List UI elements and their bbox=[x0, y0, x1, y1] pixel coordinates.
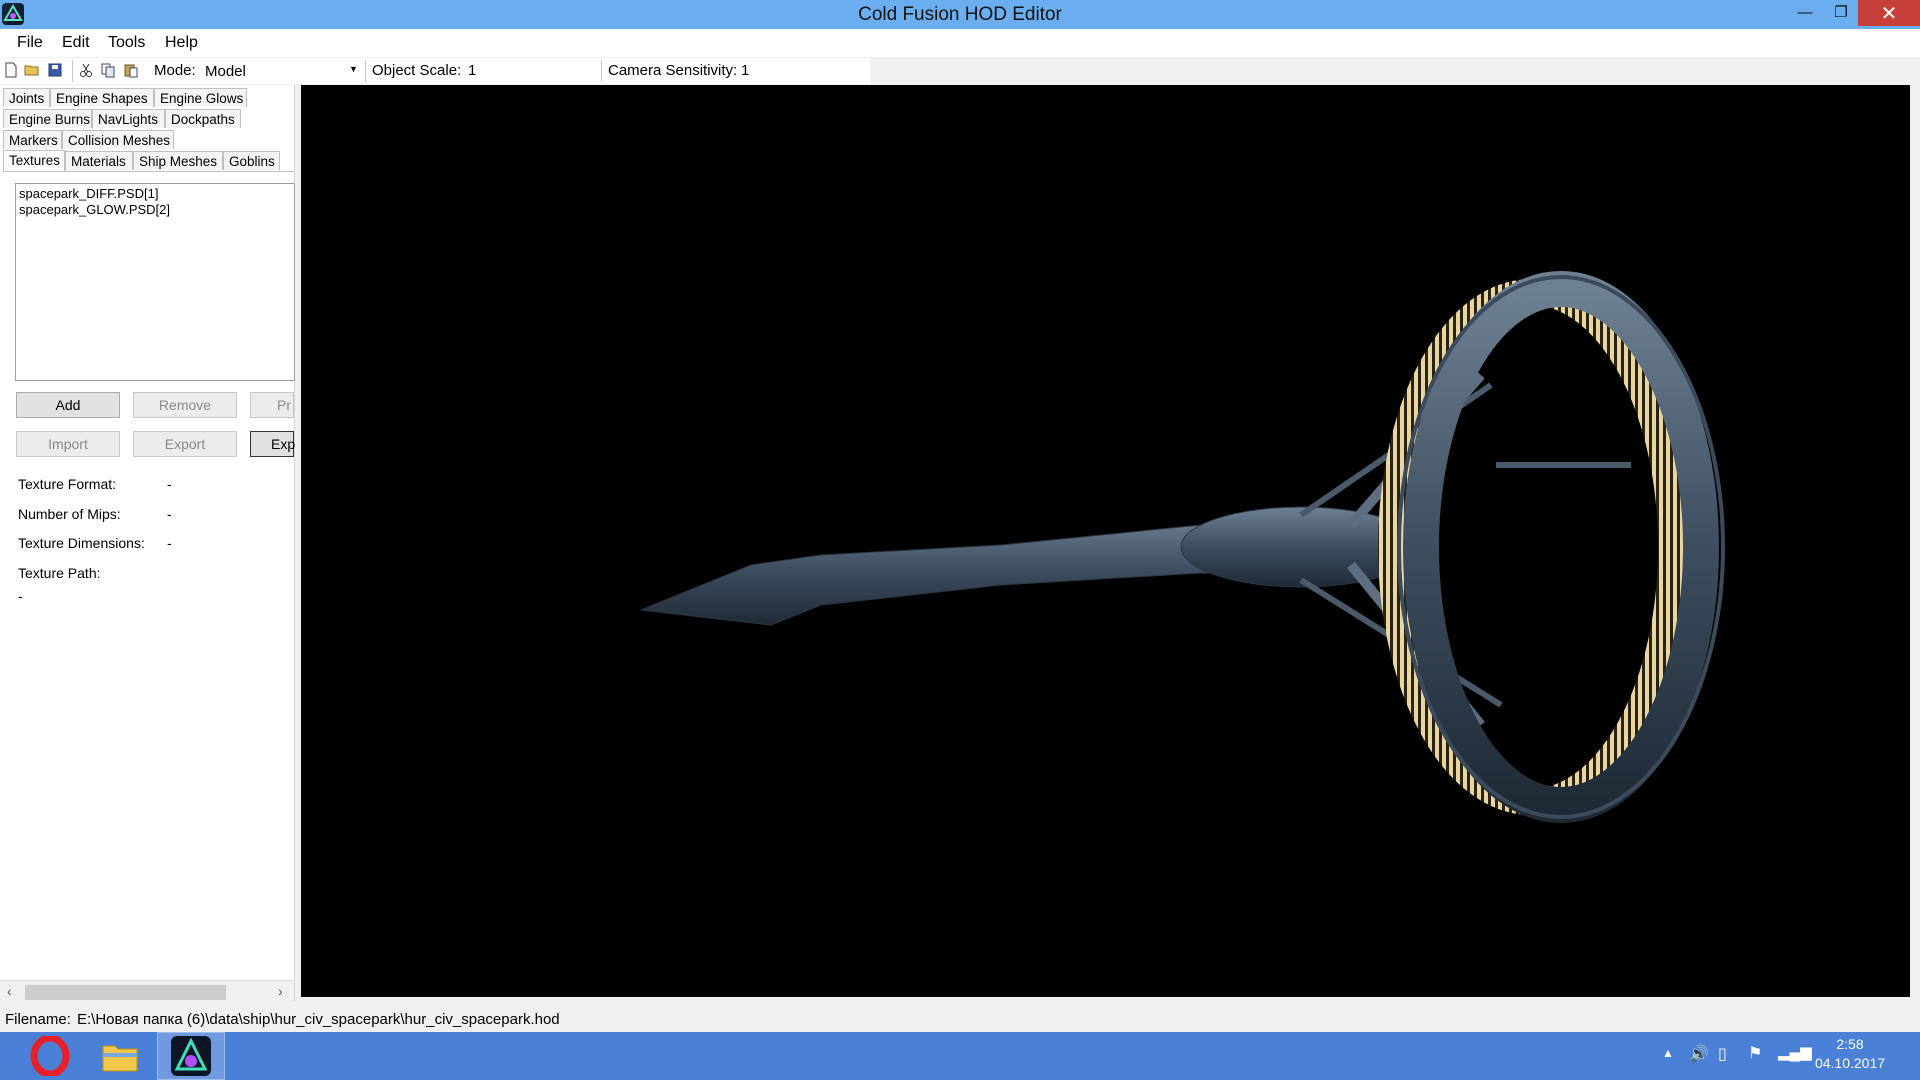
chevron-down-icon: ▼ bbox=[349, 64, 358, 74]
clock-date: 04.10.2017 bbox=[1814, 1055, 1886, 1071]
taskbar: ▲ 🔊 ▯ ⚑ ▂▄▆ 2:58 04.10.2017 bbox=[0, 1032, 1920, 1080]
remove-button[interactable]: Remove bbox=[133, 392, 237, 418]
camera-sensitivity-label: Camera Sensitivity: bbox=[608, 62, 738, 79]
texture-dimensions-label: Texture Dimensions: bbox=[18, 535, 145, 551]
tab-collision-meshes[interactable]: Collision Meshes bbox=[62, 130, 174, 149]
network-signal-icon[interactable]: ▂▄▆ bbox=[1778, 1043, 1812, 1061]
new-file-icon[interactable] bbox=[3, 62, 19, 78]
tab-engine-burns[interactable]: Engine Burns bbox=[3, 109, 92, 128]
save-icon[interactable] bbox=[47, 62, 63, 78]
clock[interactable]: 2:58 04.10.2017 bbox=[1810, 1036, 1890, 1071]
export-button[interactable]: Export bbox=[133, 431, 237, 457]
list-item[interactable]: spacepark_DIFF.PSD[1] bbox=[19, 186, 158, 201]
tab-dockpaths[interactable]: Dockpaths bbox=[165, 109, 241, 128]
number-of-mips-label: Number of Mips: bbox=[18, 506, 121, 522]
texture-list[interactable]: spacepark_DIFF.PSD[1] spacepark_GLOW.PSD… bbox=[15, 183, 295, 381]
battery-icon[interactable]: ▯ bbox=[1718, 1044, 1727, 1064]
mode-label: Mode: bbox=[154, 62, 196, 79]
tab-joints[interactable]: Joints bbox=[3, 88, 50, 107]
tab-navlights[interactable]: NavLights bbox=[92, 109, 165, 128]
status-bar: Filename: E:\Новая папка (6)\data\ship\h… bbox=[0, 1006, 1920, 1031]
number-of-mips-value: - bbox=[167, 506, 172, 522]
menu-bar: File Edit Tools Help bbox=[0, 29, 1920, 57]
texture-format-label: Texture Format: bbox=[18, 476, 117, 492]
minimize-button[interactable]: — bbox=[1790, 0, 1820, 24]
scrollbar-thumb[interactable] bbox=[25, 985, 226, 1000]
texture-format-value: - bbox=[167, 476, 172, 492]
tab-goblins[interactable]: Goblins bbox=[223, 151, 280, 170]
mode-select[interactable]: Model ▼ bbox=[202, 60, 362, 82]
toolbar-separator bbox=[601, 60, 602, 82]
volume-icon[interactable]: 🔊 bbox=[1689, 1044, 1709, 1064]
menu-tools[interactable]: Tools bbox=[108, 34, 145, 52]
preview-button[interactable]: Pr bbox=[250, 392, 294, 418]
texture-path-value: - bbox=[18, 588, 23, 604]
menu-file[interactable]: File bbox=[17, 34, 43, 52]
tab-markers[interactable]: Markers bbox=[3, 130, 62, 149]
horizontal-scrollbar[interactable]: ‹ › bbox=[0, 980, 294, 1002]
tab-engine-glows[interactable]: Engine Glows bbox=[154, 88, 247, 107]
title-bar: Cold Fusion HOD Editor — ❐ ✕ bbox=[0, 0, 1920, 29]
import-button[interactable]: Import bbox=[16, 431, 120, 457]
clock-time: 2:58 bbox=[1836, 1036, 1864, 1052]
paste-icon[interactable] bbox=[123, 62, 139, 78]
scroll-right-icon[interactable]: › bbox=[278, 983, 283, 999]
open-folder-icon[interactable] bbox=[24, 62, 40, 78]
cut-icon[interactable] bbox=[78, 62, 94, 78]
filename-label: Filename: bbox=[5, 1011, 71, 1028]
filename-value: E:\Новая папка (6)\data\ship\hur_civ_spa… bbox=[77, 1011, 560, 1028]
tab-strip-border bbox=[3, 171, 294, 172]
tab-ship-meshes[interactable]: Ship Meshes bbox=[133, 151, 223, 170]
scroll-left-icon[interactable]: ‹ bbox=[7, 983, 12, 999]
vertical-scrollbar[interactable] bbox=[1910, 85, 1920, 997]
camera-sensitivity-input[interactable]: 1 bbox=[741, 62, 861, 79]
texture-path-label: Texture Path: bbox=[18, 565, 101, 581]
add-button[interactable]: Add bbox=[16, 392, 120, 418]
menu-help[interactable]: Help bbox=[165, 34, 198, 52]
export-all-button[interactable]: Exp bbox=[250, 431, 295, 457]
3d-viewport[interactable] bbox=[301, 85, 1910, 997]
close-button[interactable]: ✕ bbox=[1858, 0, 1920, 26]
list-item[interactable]: spacepark_GLOW.PSD[2] bbox=[19, 202, 170, 217]
mode-select-value: Model bbox=[205, 63, 246, 80]
show-hidden-icons-icon[interactable]: ▲ bbox=[1662, 1046, 1674, 1060]
toolbar: Mode: Model ▼ Object Scale: 1 Camera Sen… bbox=[0, 58, 870, 84]
window-title: Cold Fusion HOD Editor bbox=[858, 4, 1062, 25]
object-scale-input[interactable]: 1 bbox=[468, 62, 598, 79]
opera-icon[interactable] bbox=[16, 1032, 84, 1080]
tab-textures[interactable]: Textures bbox=[3, 150, 65, 171]
copy-icon[interactable] bbox=[100, 62, 116, 78]
maximize-button[interactable]: ❐ bbox=[1826, 0, 1856, 24]
toolbar-separator bbox=[365, 60, 366, 82]
cold-fusion-icon[interactable] bbox=[157, 1032, 225, 1080]
tab-materials[interactable]: Materials bbox=[65, 151, 133, 170]
menu-edit[interactable]: Edit bbox=[62, 34, 90, 52]
spacepark-model bbox=[640, 271, 1725, 823]
file-explorer-icon[interactable] bbox=[86, 1032, 154, 1080]
action-center-flag-icon[interactable]: ⚑ bbox=[1748, 1043, 1762, 1063]
tab-engine-shapes[interactable]: Engine Shapes bbox=[50, 88, 154, 107]
object-scale-label: Object Scale: bbox=[372, 62, 462, 79]
texture-dimensions-value: - bbox=[167, 535, 172, 551]
toolbar-separator bbox=[72, 60, 73, 82]
